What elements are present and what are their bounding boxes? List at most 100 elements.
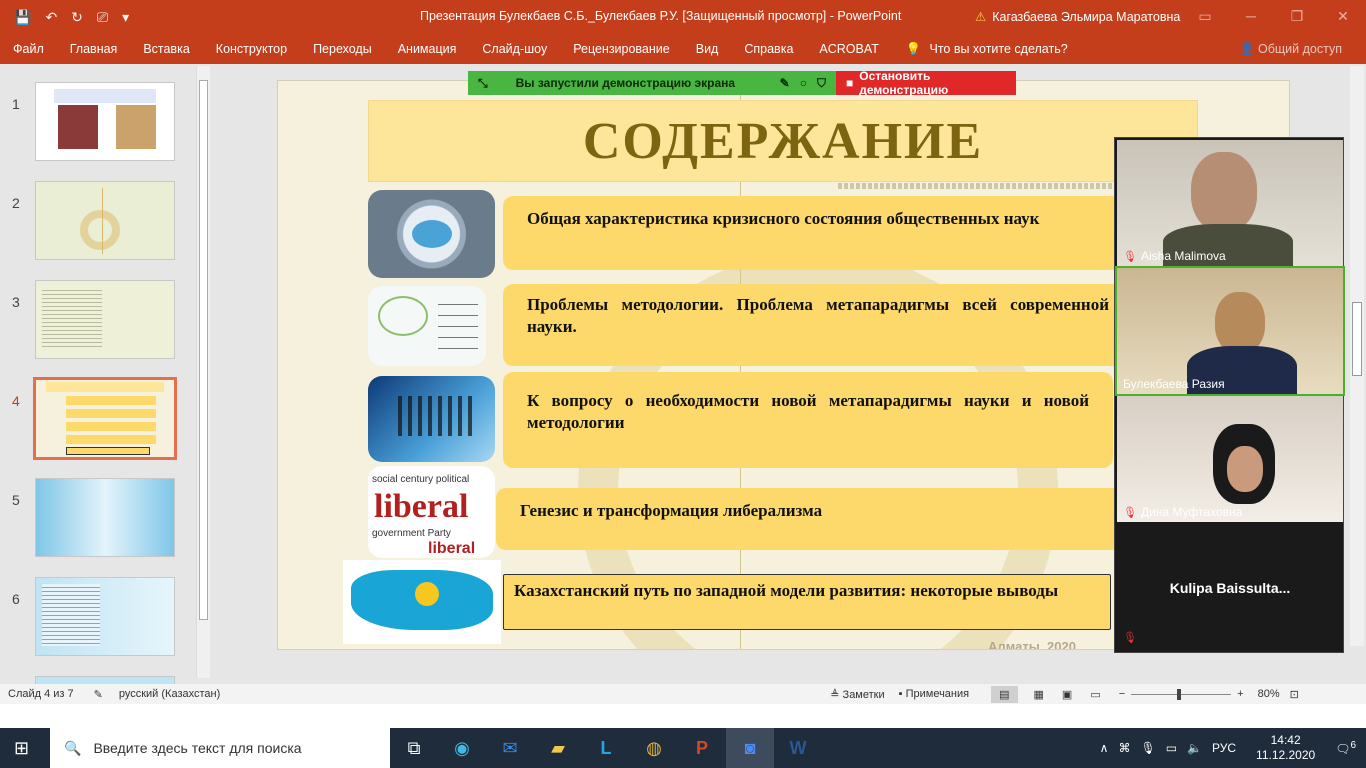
ribbon-tabs: Файл Главная Вставка Конструктор Переход… [0, 34, 1366, 64]
taskbar-search[interactable]: 🔍 Введите здесь текст для поиска [50, 728, 390, 768]
zoom-app-icon[interactable]: ◙ [726, 728, 774, 768]
slide-thumbnail[interactable] [35, 676, 175, 684]
language-indicator[interactable]: русский (Казахстан) [119, 688, 220, 700]
tab-help[interactable]: Справка [731, 42, 806, 56]
tab-insert[interactable]: Вставка [130, 42, 202, 56]
tab-slideshow[interactable]: Слайд-шоу [469, 42, 560, 56]
contents-item[interactable]: Проблемы методологии. Проблема метапарад… [503, 284, 1133, 366]
contents-item[interactable]: К вопросу о необходимости новой метапара… [503, 372, 1113, 468]
tab-transitions[interactable]: Переходы [300, 42, 385, 56]
thumbnail-row[interactable]: 1 [0, 82, 196, 162]
fit-slide-icon[interactable]: ⊡ [1290, 688, 1299, 701]
status-bar: Слайд 4 из 7 ✎ русский (Казахстан) ≜ Зам… [0, 684, 1366, 704]
thumbnail-row[interactable]: 3 [0, 280, 196, 360]
slide-thumbnail[interactable] [35, 478, 175, 557]
slide-title: СОДЕРЖАНИЕ [582, 112, 984, 170]
editor-scrollbar[interactable] [1350, 66, 1364, 646]
tab-animations[interactable]: Анимация [385, 42, 470, 56]
tell-me-box[interactable]: 💡 Что вы хотите сделать? [892, 42, 1068, 57]
edge-icon[interactable]: ◉ [438, 728, 486, 768]
share-button[interactable]: 👤 Общий доступ [1239, 42, 1342, 57]
slide-title-box[interactable]: СОДЕРЖАНИЕ [368, 100, 1198, 182]
thumbnail-row-selected[interactable]: 4 [0, 377, 196, 460]
zoom-level[interactable]: 80% [1258, 688, 1280, 700]
tab-design[interactable]: Конструктор [203, 42, 300, 56]
comments-button[interactable]: ▪ Примечания [899, 688, 969, 700]
powerpoint-icon[interactable]: P [678, 728, 726, 768]
minimize-icon[interactable]: ─ [1228, 0, 1274, 32]
microphone-icon[interactable]: 🎙 [1140, 741, 1155, 755]
tab-review[interactable]: Рецензирование [560, 42, 683, 56]
mic-muted-icon: 🎙 [1123, 632, 1137, 644]
customize-icon[interactable]: ▾ [122, 9, 129, 26]
stop-share-button[interactable]: ■ Остановить демонстрацию [836, 69, 1016, 97]
title-bar: 💾 ↶ ↻ ⎚ ▾ Презентация Булекбаев С.Б._Бул… [0, 0, 1366, 34]
undo-icon[interactable]: ↶ [45, 9, 57, 26]
input-language[interactable]: РУС [1212, 741, 1236, 755]
present-icon[interactable]: ⎚ [97, 9, 108, 26]
redo-icon[interactable]: ↻ [71, 9, 83, 26]
tab-home[interactable]: Главная [57, 42, 131, 56]
shield-icon[interactable]: ⛉ [817, 76, 826, 91]
scrollbar-thumb[interactable] [199, 80, 208, 620]
lightbulb-icon: 💡 [905, 41, 922, 56]
zoom-in-icon[interactable]: + [1237, 688, 1243, 700]
zoom-out-icon[interactable]: − [1119, 688, 1125, 700]
lync-icon[interactable]: L [582, 728, 630, 768]
thumbnail-row[interactable]: 7 [0, 676, 196, 684]
file-explorer-icon[interactable]: ▰ [534, 728, 582, 768]
save-icon[interactable]: 💾 [14, 9, 31, 26]
notifications-icon[interactable]: 🗨6 [1335, 740, 1356, 756]
zoom-slider[interactable] [1131, 688, 1232, 700]
network-icon[interactable]: ▭ [1166, 741, 1177, 755]
scrollbar-thumb[interactable] [1352, 302, 1362, 376]
participant-video[interactable]: 🎙 Aisha Malimova [1117, 140, 1343, 266]
tab-file[interactable]: Файл [0, 42, 57, 56]
chevron-up-icon[interactable]: ∧ [1100, 741, 1109, 755]
normal-view-icon[interactable]: ▤ [991, 685, 1018, 703]
word-icon[interactable]: W [774, 728, 822, 768]
contents-item[interactable]: Генезис и трансформация либерализма [496, 488, 1133, 550]
tab-view[interactable]: Вид [683, 42, 732, 56]
user-account[interactable]: ⚠ Кагазбаева Эльмира Маратовна [975, 9, 1180, 25]
task-view-icon[interactable]: ⧉ [390, 728, 438, 768]
thumbnail-row[interactable]: 5 [0, 478, 196, 558]
slide-thumbnail[interactable] [35, 181, 175, 260]
maximize-icon[interactable]: ❐ [1274, 0, 1320, 32]
windows-start-icon[interactable]: ⊞ [14, 738, 29, 759]
kazakhstan-map-image [343, 560, 501, 644]
volume-icon[interactable]: 🔈 [1187, 741, 1202, 755]
spellcheck-icon[interactable]: ✎ [94, 688, 103, 701]
mail-icon[interactable]: ✉ [486, 728, 534, 768]
meet-now-icon[interactable]: ⌘ [1118, 741, 1130, 755]
contents-item-selected[interactable]: Казахстанский путь по западной модели ра… [503, 574, 1111, 630]
chrome-icon[interactable]: ◍ [630, 728, 678, 768]
thumbnail-row[interactable]: 2 [0, 181, 196, 261]
status-circle-icon[interactable]: ○ [800, 76, 807, 90]
sharing-status: ⤡ Вы запустили демонстрацию экрана ✎ ○ ⛉ [468, 71, 836, 95]
thumbnail-row[interactable]: 6 [0, 577, 196, 657]
slide-thumbnails-pane: 1 2 3 4 5 6 [0, 64, 212, 684]
slide-thumbnail[interactable] [35, 577, 175, 656]
slide-thumbnail-selected[interactable] [33, 377, 177, 460]
slide-thumbnail[interactable] [35, 82, 175, 161]
science-reality-image [368, 376, 495, 462]
tab-acrobat[interactable]: ACROBAT [806, 42, 892, 56]
participant-tile[interactable]: Kulipa Baissulta... 🎙 [1117, 524, 1343, 650]
thumbnails-scrollbar[interactable] [196, 66, 210, 678]
mic-muted-icon[interactable]: ✎ [780, 76, 790, 90]
participant-video[interactable]: 🎙 Дина Муфтаховна [1117, 396, 1343, 522]
reading-view-icon[interactable]: ▣ [1062, 688, 1072, 701]
close-icon[interactable]: ✕ [1320, 0, 1366, 32]
sorter-view-icon[interactable]: ▦ [1034, 688, 1044, 701]
blank-strip [0, 704, 1366, 728]
slide-thumbnail[interactable] [35, 280, 175, 359]
slideshow-view-icon[interactable]: ▭ [1090, 688, 1100, 701]
contents-item[interactable]: Общая характеристика кризисного состояни… [503, 196, 1133, 270]
drag-handle-icon[interactable]: ⤡ [478, 76, 488, 91]
notes-button[interactable]: ≜ Заметки [830, 688, 884, 701]
participant-video-active[interactable]: Булекбаева Разия [1115, 266, 1345, 396]
person-icon: 👤 [1238, 42, 1255, 56]
ribbon-display-icon[interactable]: ▭ [1182, 0, 1228, 32]
clock[interactable]: 14:42 11.12.2020 [1256, 733, 1315, 763]
